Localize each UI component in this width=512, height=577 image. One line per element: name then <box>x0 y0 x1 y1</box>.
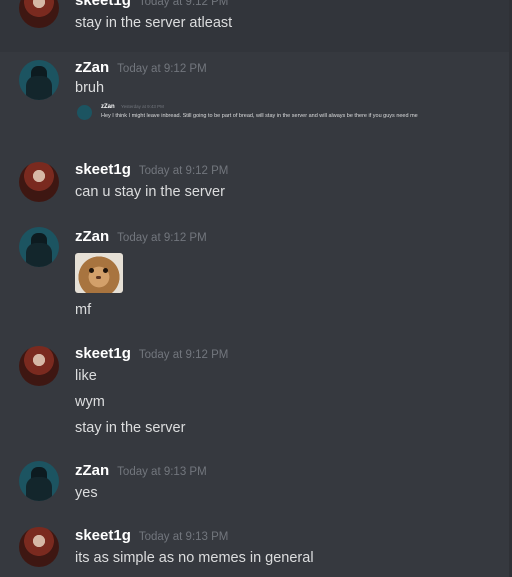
message-text: yes <box>75 485 98 501</box>
mini-avatar <box>77 105 92 120</box>
timestamp: Today at 9:13 PM <box>117 466 207 478</box>
avatar[interactable] <box>19 527 59 567</box>
avatar[interactable] <box>19 60 59 100</box>
avatar[interactable] <box>19 346 59 386</box>
message-text: like <box>75 368 97 384</box>
timestamp: Today at 9:13 PM <box>138 531 229 543</box>
message-group: skeet1g Today at 9:12 PM like wym stay i… <box>0 339 509 451</box>
author-name[interactable]: zZan <box>75 228 109 245</box>
message-group: skeet1g Today at 9:13 PM its as simple a… <box>0 521 509 577</box>
author-name[interactable]: zZan <box>75 462 109 479</box>
message-text: mf <box>75 302 92 318</box>
message-text: can u stay in the server <box>75 184 225 200</box>
message-group: zZan Today at 9:12 PM bruh <box>0 52 509 147</box>
message-group: zZan Today at 9:13 PM yes <box>0 456 509 516</box>
message-text: stay in the server atleast <box>75 15 233 31</box>
author-name[interactable]: skeet1g <box>75 345 131 362</box>
author-name[interactable]: skeet1g <box>75 161 131 178</box>
avatar[interactable] <box>19 0 59 28</box>
timestamp: Today at 9:12 PM <box>138 0 229 8</box>
cat-image[interactable] <box>75 253 123 293</box>
author-name[interactable]: zZan <box>75 59 109 76</box>
message-group: skeet1g Today at 9:12 PM can u stay in t… <box>0 155 509 215</box>
timestamp: Today at 9:12 PM <box>117 63 207 75</box>
mini-timestamp: Yesterday at 9:43 PM <box>121 104 164 109</box>
message-text: wym <box>75 394 105 410</box>
message-text: bruh <box>75 80 105 96</box>
message-group: skeet1g Today at 9:12 PM stay in the ser… <box>0 0 509 52</box>
author-name[interactable]: skeet1g <box>75 527 131 544</box>
mini-author-name: zZan <box>101 104 115 110</box>
avatar[interactable] <box>19 461 59 501</box>
author-name[interactable]: skeet1g <box>75 0 131 9</box>
message-text: its as simple as no memes in general <box>75 550 314 566</box>
message-text: stay in the server <box>75 420 186 436</box>
avatar[interactable] <box>19 227 59 267</box>
timestamp: Today at 9:12 PM <box>117 232 207 244</box>
timestamp: Today at 9:12 PM <box>138 349 229 361</box>
avatar[interactable] <box>19 162 59 202</box>
timestamp: Today at 9:12 PM <box>138 165 229 177</box>
mini-message-text: Hey I think I might leave inbread. Still… <box>101 113 418 119</box>
